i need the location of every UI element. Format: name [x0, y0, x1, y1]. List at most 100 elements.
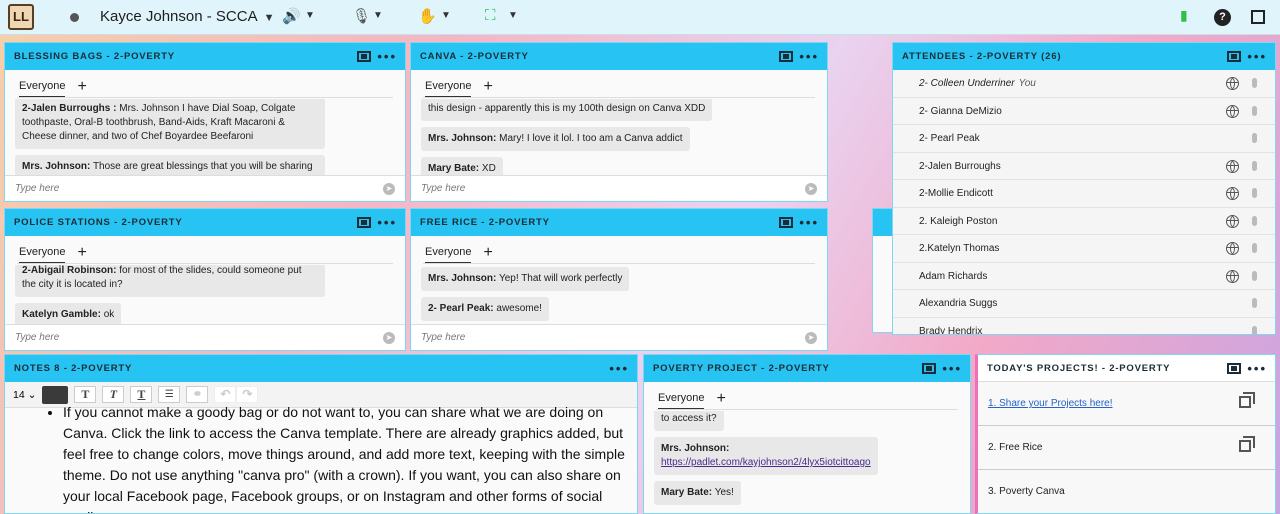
pod-controls[interactable]: •••	[922, 355, 962, 382]
add-tab-icon[interactable]: +	[483, 244, 492, 261]
chevron-down-icon[interactable]: ▼	[305, 10, 315, 21]
link-button[interactable]: ⚭	[186, 386, 209, 403]
pod-controls[interactable]: •••	[357, 43, 397, 70]
pod-controls[interactable]: •••	[1227, 43, 1267, 70]
attendee-row[interactable]: 2- Colleen Underriner You	[893, 70, 1275, 98]
attendee-row[interactable]: 2.Katelyn Thomas	[893, 235, 1275, 263]
text-color-swatch[interactable]	[42, 385, 69, 404]
message-text: to access it?	[661, 413, 717, 424]
list-button[interactable]: ☰	[158, 386, 181, 403]
font-size-select[interactable]: 14 ⌄	[13, 389, 36, 401]
chat-input[interactable]: Type here ➤	[411, 175, 827, 201]
chat-tabs: Everyone +	[5, 70, 405, 98]
fullscreen-icon[interactable]	[1251, 10, 1265, 24]
attendee-row[interactable]: 2. Kaleigh Poston	[893, 207, 1275, 235]
chevron-down-icon[interactable]: ▼	[508, 10, 518, 21]
pod-title: POLICE STATIONS - 2-POVERTY	[14, 217, 183, 228]
tab-everyone[interactable]: Everyone	[425, 80, 472, 98]
copy-icon[interactable]	[1239, 392, 1255, 408]
message-sender: Mrs. Johnson:	[661, 443, 730, 454]
tab-everyone[interactable]: Everyone	[19, 80, 66, 98]
add-tab-icon[interactable]: +	[77, 244, 86, 261]
pod-controls[interactable]: •••	[357, 209, 397, 236]
chat-message: Mary Bate: XD	[421, 157, 503, 177]
help-icon[interactable]: ?	[1214, 9, 1231, 26]
attendee-row[interactable]: Brady Hendrix	[893, 317, 1275, 334]
tab-everyone[interactable]: Everyone	[19, 246, 66, 264]
pod-controls[interactable]: •••	[609, 355, 629, 382]
raise-hand-icon[interactable]: ✋	[418, 7, 437, 25]
send-icon[interactable]: ➤	[383, 183, 395, 195]
attendee-note: You	[1018, 78, 1036, 89]
more-icon[interactable]: •••	[1247, 361, 1267, 376]
attendee-row[interactable]: 2-Mollie Endicott	[893, 180, 1275, 208]
more-icon[interactable]: •••	[1247, 49, 1267, 64]
chat-messages: 2-Jalen Burroughs : Mrs. Johnson I have …	[5, 99, 405, 177]
chevron-down-icon: ▼	[263, 12, 275, 24]
attendee-row[interactable]: 2-Jalen Burroughs	[893, 152, 1275, 180]
send-icon[interactable]: ➤	[383, 332, 395, 344]
more-icon[interactable]: •••	[799, 215, 819, 230]
maximize-icon[interactable]	[357, 51, 372, 62]
add-tab-icon[interactable]: +	[77, 78, 86, 95]
bold-button[interactable]: T	[74, 386, 97, 403]
maximize-icon[interactable]	[1227, 363, 1242, 374]
chat-input[interactable]: Type here ➤	[411, 324, 827, 350]
app-logo: LL	[8, 4, 34, 30]
project-row[interactable]: 1. Share your Projects here!	[978, 382, 1275, 426]
more-icon[interactable]: •••	[609, 361, 629, 376]
share-screen-icon[interactable]: ⛶	[485, 7, 496, 24]
project-row[interactable]: 3. Poverty Canva	[978, 470, 1275, 513]
project-link[interactable]: 1. Share your Projects here!	[988, 398, 1113, 409]
add-tab-icon[interactable]: +	[483, 78, 492, 95]
more-icon[interactable]: •••	[377, 215, 397, 230]
more-icon[interactable]: •••	[799, 49, 819, 64]
notes-content[interactable]: If you cannot make a goody bag or do not…	[5, 398, 637, 513]
pod-controls[interactable]: •••	[779, 209, 819, 236]
pod-title: TODAY'S PROJECTS! - 2-POVERTY	[987, 363, 1171, 374]
mic-icon[interactable]: 🎙	[352, 7, 371, 25]
pod-controls[interactable]: •••	[1227, 355, 1267, 382]
maximize-icon[interactable]	[1227, 51, 1242, 62]
notes-bullet: If you cannot make a goody bag or do not…	[63, 402, 627, 513]
attendee-row[interactable]: Adam Richards	[893, 262, 1275, 290]
copy-icon[interactable]	[1239, 436, 1255, 452]
chat-message: this design - apparently this is my 100t…	[421, 99, 713, 121]
chat-input[interactable]: Type here ➤	[5, 324, 405, 350]
pod-header: POLICE STATIONS - 2-POVERTY •••	[5, 209, 405, 236]
undo-button[interactable]: ↶	[214, 386, 237, 403]
attendee-row[interactable]: 2- Gianna DeMizio	[893, 97, 1275, 125]
more-icon[interactable]: •••	[377, 49, 397, 64]
project-row[interactable]: 2. Free Rice	[978, 426, 1275, 470]
pod-controls[interactable]: •••	[779, 43, 819, 70]
send-icon[interactable]: ➤	[805, 183, 817, 195]
send-icon[interactable]: ➤	[805, 332, 817, 344]
maximize-icon[interactable]	[779, 217, 794, 228]
add-tab-icon[interactable]: +	[716, 390, 725, 407]
speaker-icon[interactable]: 🔊	[282, 7, 301, 25]
chevron-down-icon[interactable]: ▼	[373, 10, 383, 21]
tab-everyone[interactable]: Everyone	[658, 392, 705, 410]
pod-title: POVERTY PROJECT - 2-POVERTY	[653, 363, 830, 374]
project-label: 3. Poverty Canva	[988, 486, 1065, 497]
chevron-down-icon[interactable]: ▼	[441, 10, 451, 21]
attendee-row[interactable]: Alexandria Suggs	[893, 290, 1275, 318]
mic-icon	[1252, 78, 1257, 88]
message-sender: Katelyn Gamble:	[22, 309, 101, 320]
chat-message: Mary Bate: Yes!	[654, 481, 741, 505]
chat-input[interactable]: Type here ➤	[5, 175, 405, 201]
chat-input-placeholder: Type here	[15, 332, 60, 343]
message-link[interactable]: https://padlet.com/kayjohnson2/4lyx5iotc…	[661, 457, 871, 468]
attendee-name: Adam Richards	[919, 270, 988, 282]
maximize-icon[interactable]	[779, 51, 794, 62]
italic-button[interactable]: T	[102, 386, 125, 403]
tab-everyone[interactable]: Everyone	[425, 246, 472, 264]
meeting-title[interactable]: Kayce Johnson - SCCA ▼	[100, 8, 274, 25]
attendee-row[interactable]: 2- Pearl Peak	[893, 125, 1275, 153]
more-icon[interactable]: •••	[942, 361, 962, 376]
redo-button[interactable]: ↷	[236, 386, 259, 403]
underline-button[interactable]: T	[130, 386, 153, 403]
maximize-icon[interactable]	[922, 363, 937, 374]
font-size-value: 14	[13, 388, 25, 401]
maximize-icon[interactable]	[357, 217, 372, 228]
